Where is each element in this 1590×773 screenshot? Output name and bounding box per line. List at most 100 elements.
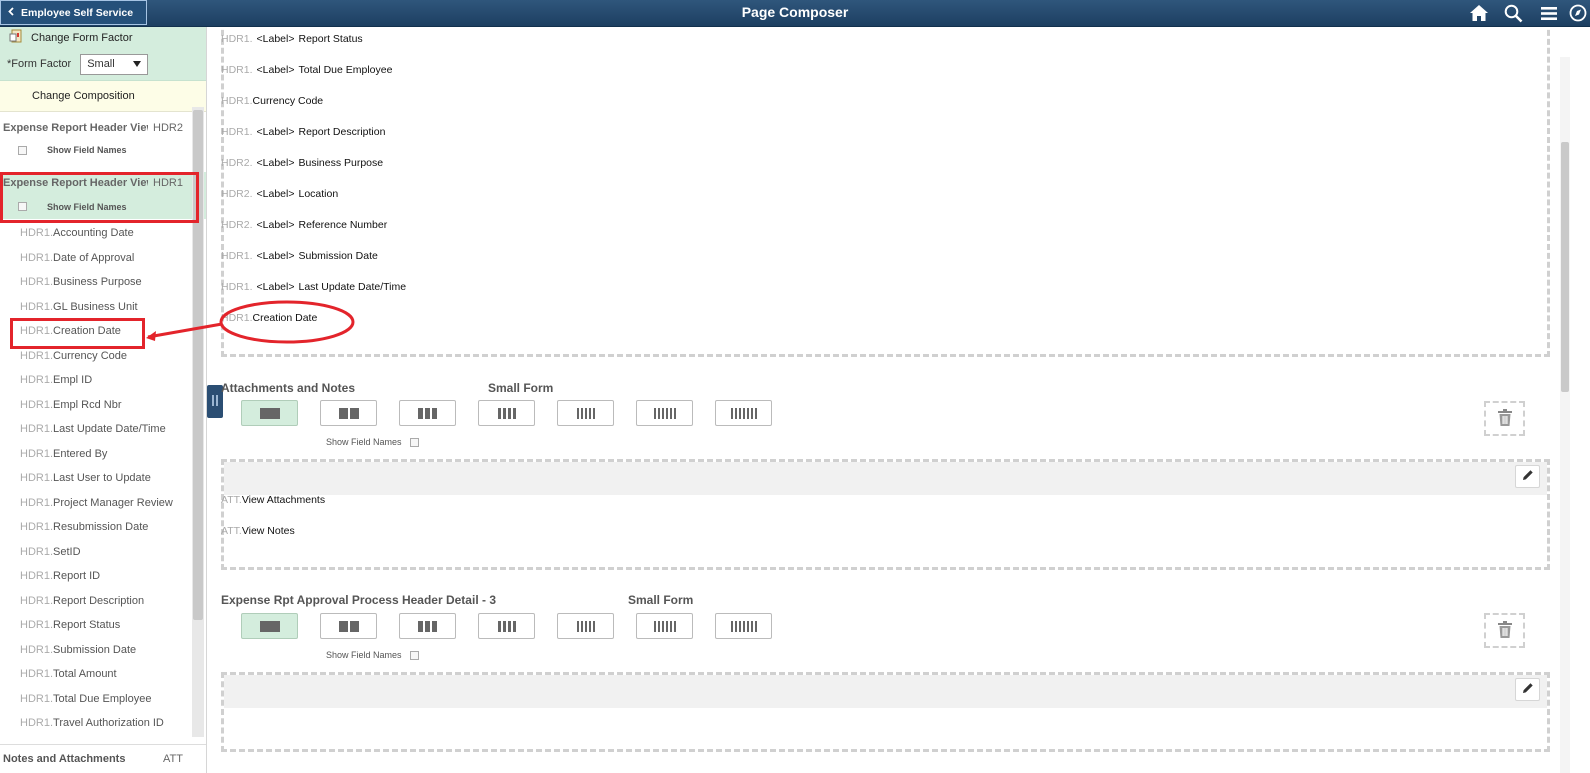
layout-3-column-button[interactable] bbox=[399, 400, 456, 426]
field-list-item[interactable]: HDR1. Total Due Employee bbox=[0, 687, 206, 712]
layout-1-column-button[interactable] bbox=[241, 400, 298, 426]
layout-7-column-button[interactable] bbox=[715, 400, 772, 426]
field-name: Entered By bbox=[53, 447, 108, 460]
field-list-item[interactable]: HDR1. Currency Code bbox=[0, 344, 206, 369]
field-list-item[interactable]: HDR1. Creation Date bbox=[0, 319, 206, 344]
form-factor-select[interactable]: Small bbox=[80, 53, 149, 75]
header-field-row[interactable]: HDR1. <Label> Report Description bbox=[221, 122, 385, 142]
layout-6-column-button[interactable] bbox=[636, 400, 693, 426]
field-list-item[interactable]: HDR1. Report Description bbox=[0, 589, 206, 614]
field-list-item[interactable]: HDR1. Project Manager Review bbox=[0, 491, 206, 516]
container-header-strip bbox=[224, 462, 1547, 495]
group-title: Expense Report Header View bbox=[3, 122, 148, 134]
edit-section-button[interactable] bbox=[1515, 678, 1540, 701]
field-list-item[interactable]: HDR1. Business Purpose bbox=[0, 270, 206, 295]
column-bar-icon bbox=[349, 620, 359, 632]
field-list-item[interactable]: HDR1. Resubmission Date bbox=[0, 515, 206, 540]
show-field-names-checkbox[interactable] bbox=[409, 650, 419, 660]
layout-2-column-button[interactable] bbox=[320, 400, 377, 426]
field-prefix: HDR1. bbox=[221, 95, 253, 107]
change-form-factor[interactable]: Change Form Factor bbox=[0, 27, 206, 48]
show-field-names-checkbox[interactable] bbox=[18, 202, 27, 211]
header-field-row[interactable]: HDR1. <Label> Last Update Date/Time bbox=[221, 277, 406, 297]
field-label: <Label> bbox=[256, 250, 295, 262]
field-name: Accounting Date bbox=[53, 227, 134, 240]
group-header-hdr2[interactable]: Expense Report Header View HDR2 bbox=[0, 117, 206, 139]
section-field-row[interactable]: ATT. View Notes bbox=[221, 521, 295, 541]
header-field-row[interactable]: HDR1. <Label> Report Status bbox=[221, 29, 363, 49]
layout-3-column-button[interactable] bbox=[399, 613, 456, 639]
header-field-row[interactable]: HDR1. Creation Date bbox=[221, 308, 317, 328]
header-field-row[interactable]: HDR2. <Label> Reference Number bbox=[221, 215, 387, 235]
header-field-row[interactable]: HDR1. Currency Code bbox=[221, 91, 323, 111]
field-list-item[interactable]: HDR1. Last User to Update bbox=[0, 466, 206, 491]
left-scrollbar-thumb[interactable] bbox=[193, 110, 203, 620]
column-bar-icon bbox=[588, 620, 591, 632]
field-name: Total Due Employee bbox=[53, 692, 152, 705]
field-list-item[interactable]: HDR1. Report ID bbox=[0, 564, 206, 589]
column-bar-icon bbox=[665, 407, 668, 419]
field-list-item[interactable]: HDR1. Report Status bbox=[0, 613, 206, 638]
column-bar-icon bbox=[592, 620, 595, 632]
field-list-item[interactable]: HDR1. GL Business Unit bbox=[0, 295, 206, 320]
field-list-item[interactable]: HDR1. Empl Rcd Nbr bbox=[0, 393, 206, 418]
group-header-att[interactable]: Notes and Attachments ATT bbox=[0, 744, 206, 773]
column-bar-icon bbox=[584, 620, 587, 632]
field-list-item[interactable]: HDR1. SetID bbox=[0, 540, 206, 565]
header-field-row[interactable]: HDR1. <Label> Submission Date bbox=[221, 246, 378, 266]
section-field-row[interactable]: ATT. View Attachments bbox=[221, 490, 325, 510]
field-label: <Label> bbox=[256, 188, 295, 200]
field-list-item[interactable]: HDR1. Empl ID bbox=[0, 368, 206, 393]
field-list-item[interactable]: HDR1. Travel Authorization ID bbox=[0, 711, 206, 736]
column-bar-icon bbox=[754, 620, 757, 632]
layout-1-column-button[interactable] bbox=[241, 613, 298, 639]
main-scrollbar[interactable] bbox=[1560, 57, 1570, 773]
column-bar-icon bbox=[742, 620, 745, 632]
left-scrollbar[interactable] bbox=[192, 107, 204, 737]
column-bar-icon bbox=[507, 620, 511, 632]
field-name: Report Description bbox=[298, 126, 386, 138]
group-header-hdr1[interactable]: Expense Report Header View HDR1 bbox=[0, 172, 206, 194]
edit-section-button[interactable] bbox=[1515, 465, 1540, 488]
layout-4-column-button[interactable] bbox=[478, 613, 535, 639]
layout-4-column-button[interactable] bbox=[478, 400, 535, 426]
back-button[interactable]: Employee Self Service bbox=[0, 0, 147, 25]
home-icon[interactable] bbox=[1461, 0, 1496, 26]
main-scrollbar-thumb[interactable] bbox=[1561, 142, 1569, 392]
layout-6-column-button[interactable] bbox=[636, 613, 693, 639]
chevron-left-icon bbox=[8, 6, 14, 19]
delete-section-button[interactable] bbox=[1484, 613, 1525, 648]
column-bar-icon bbox=[738, 407, 741, 419]
show-field-names-approval[interactable]: Show Field Names bbox=[326, 650, 419, 660]
layout-5-column-button[interactable] bbox=[557, 613, 614, 639]
show-field-names-att[interactable]: Show Field Names bbox=[326, 437, 419, 447]
field-list-item[interactable]: HDR1. Last Update Date/Time bbox=[0, 417, 206, 442]
field-prefix: HDR1. bbox=[20, 251, 54, 264]
column-bar-icon bbox=[661, 620, 664, 632]
field-prefix: HDR1. bbox=[20, 545, 54, 558]
field-name: Creation Date bbox=[252, 312, 318, 324]
field-prefix: HDR1. bbox=[221, 33, 253, 45]
show-field-names-checkbox[interactable] bbox=[18, 145, 27, 155]
field-prefix: HDR1. bbox=[20, 570, 54, 583]
search-icon[interactable] bbox=[1496, 0, 1531, 26]
layout-2-column-button[interactable] bbox=[320, 613, 377, 639]
delete-section-button[interactable] bbox=[1484, 401, 1525, 436]
header-field-row[interactable]: HDR2. <Label> Business Purpose bbox=[221, 153, 383, 173]
navbar-icon[interactable] bbox=[1566, 0, 1590, 26]
change-composition[interactable]: Change Composition bbox=[0, 81, 206, 112]
layout-5-column-button[interactable] bbox=[557, 400, 614, 426]
layout-7-column-button[interactable] bbox=[715, 613, 772, 639]
field-name: Report ID bbox=[53, 570, 101, 583]
header-field-row[interactable]: HDR2. <Label> Location bbox=[221, 184, 338, 204]
show-field-names-checkbox[interactable] bbox=[409, 437, 419, 447]
header-field-row[interactable]: HDR1. <Label> Total Due Employee bbox=[221, 60, 392, 80]
field-list-item[interactable]: HDR1. Entered By bbox=[0, 442, 206, 467]
show-field-names-hdr2[interactable]: Show Field Names bbox=[0, 139, 206, 161]
field-list-item[interactable]: HDR1. Date of Approval bbox=[0, 246, 206, 271]
field-list-item[interactable]: HDR1. Accounting Date bbox=[0, 221, 206, 246]
menu-icon[interactable] bbox=[1531, 0, 1566, 26]
field-list-item[interactable]: HDR1. Total Amount bbox=[0, 662, 206, 687]
show-field-names-hdr1[interactable]: Show Field Names bbox=[0, 194, 206, 219]
field-list-item[interactable]: HDR1. Submission Date bbox=[0, 638, 206, 663]
